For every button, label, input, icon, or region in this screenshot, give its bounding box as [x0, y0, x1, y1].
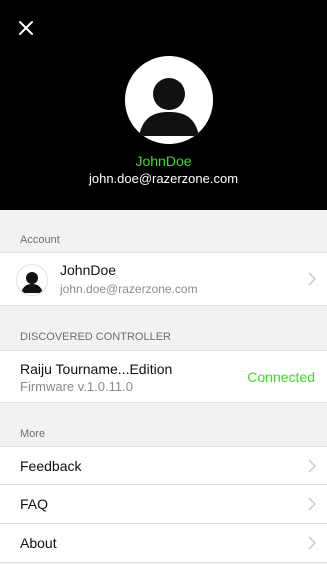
chevron-right-icon: [308, 459, 316, 473]
section-header-discovered-controller: DISCOVERED CONTROLLER: [0, 307, 327, 349]
controller-status: Connected: [247, 369, 315, 385]
close-icon: [19, 21, 33, 35]
user-avatar-icon: [17, 265, 47, 295]
account-avatar: [16, 264, 48, 296]
section-title-discovered-controller: DISCOVERED CONTROLLER: [20, 331, 171, 343]
account-name: JohnDoe: [60, 262, 117, 278]
menu-item-about[interactable]: About: [0, 524, 327, 563]
chevron-right-icon: [308, 497, 316, 511]
section-title-more: More: [20, 428, 46, 440]
close-button[interactable]: [12, 14, 40, 42]
account-email: john.doe@razerzone.com: [60, 282, 198, 296]
menu-item-faq-label: FAQ: [20, 496, 49, 512]
profile-screen: JohnDoe john.doe@razerzone.com Account J…: [0, 0, 327, 564]
menu-item-faq[interactable]: FAQ: [0, 485, 327, 524]
menu-item-feedback[interactable]: Feedback: [0, 446, 327, 485]
profile-name: JohnDoe: [135, 153, 192, 169]
section-title-account: Account: [20, 234, 60, 246]
section-header-more: More: [0, 404, 327, 446]
profile-email: john.doe@razerzone.com: [88, 171, 239, 186]
controller-firmware: Firmware v.1.0.11.0: [20, 379, 133, 394]
menu-item-feedback-label: Feedback: [20, 458, 82, 474]
chevron-right-icon: [308, 272, 316, 286]
section-header-account: Account: [0, 210, 327, 252]
account-row[interactable]: JohnDoe john.doe@razerzone.com: [0, 252, 327, 306]
profile-avatar: [125, 56, 213, 144]
profile-header: JohnDoe john.doe@razerzone.com: [0, 0, 327, 210]
chevron-right-icon: [308, 536, 316, 550]
user-avatar-icon: [125, 56, 213, 144]
controller-row[interactable]: Raiju Tourname...Edition Firmware v.1.0.…: [0, 350, 327, 403]
controller-name: Raiju Tourname...Edition: [20, 361, 173, 377]
menu-item-about-label: About: [20, 535, 57, 551]
